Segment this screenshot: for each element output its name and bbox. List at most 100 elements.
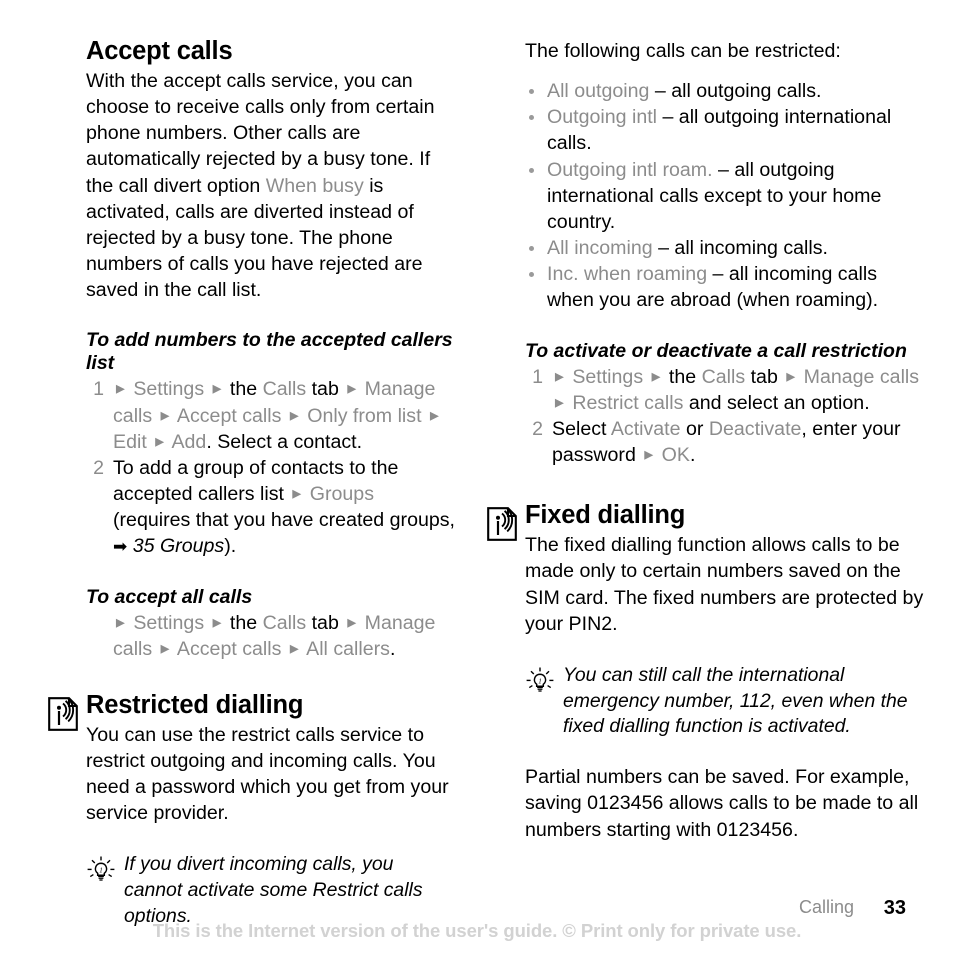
chevron-right-icon: ► xyxy=(152,433,168,451)
menu-tab-calls: Calls xyxy=(701,365,746,388)
menu-item-restrict-calls: Restrict calls xyxy=(572,391,684,414)
step2-text-after: ). xyxy=(224,535,237,558)
restrict-intro-paragraph: The following calls can be restricted: xyxy=(525,40,841,62)
chevron-right-icon: ► xyxy=(648,368,664,386)
menu-item-edit: Edit xyxy=(113,430,147,453)
word-tab: tab xyxy=(311,378,339,401)
menu-tab-calls: Calls xyxy=(262,378,307,401)
chevron-right-icon: ► xyxy=(289,485,305,503)
step2-tail-text: . xyxy=(689,444,696,467)
chevron-right-icon: ► xyxy=(344,614,360,632)
chevron-right-icon: ► xyxy=(157,407,173,425)
word-the: the xyxy=(229,378,258,401)
menu-item-settings: Settings xyxy=(572,365,644,388)
step-number: 1 xyxy=(532,365,543,388)
step1-tail-text: and select an option. xyxy=(683,391,870,414)
chevron-right-icon: ► xyxy=(209,380,225,398)
section-restricted-dialling: Restricted dialling You can use the rest… xyxy=(48,690,455,827)
steps-add-numbers: 1 ► Settings ► the Calls tab ► Manage cal… xyxy=(86,376,455,559)
task-heading-activate-restriction: To activate or deactivate a call restric… xyxy=(525,339,907,362)
page-title-accept-calls: Accept calls xyxy=(86,37,233,65)
chevron-right-icon: ► xyxy=(552,368,567,386)
menu-item-settings: Settings xyxy=(133,611,205,634)
fixed-dialling-body: The fixed dialling function allows calls… xyxy=(525,534,924,635)
tip-note-restrict: 1 If you divert incoming calls, you cann… xyxy=(86,852,455,929)
menu-item-manage-calls: Manage calls xyxy=(803,365,920,388)
menu-item-activate: Activate xyxy=(610,417,681,440)
step-item: ► Settings ► the Calls tab ► Manage call… xyxy=(86,610,455,662)
step-item: 2 To add a group of contacts to the accep… xyxy=(86,455,455,560)
option-name: All incoming xyxy=(547,237,653,260)
step-number: 1 xyxy=(93,378,104,401)
svg-text:1: 1 xyxy=(538,677,542,685)
step1-tail-text: . Select a contact. xyxy=(206,430,363,453)
chevron-right-icon: ► xyxy=(426,407,442,425)
word-tab: tab xyxy=(750,365,778,388)
menu-item-settings: Settings xyxy=(133,378,205,401)
step-item: 2 Select Activate or Deactivate, enter yo… xyxy=(525,416,924,468)
two-column-layout: Accept calls With the accept calls servi… xyxy=(0,0,954,930)
option-name: Inc. when roaming xyxy=(547,263,708,286)
step-item: 1 ► Settings ► the Calls tab ► Manage cal… xyxy=(525,364,924,416)
tip-note-text: If you divert incoming calls, you cannot… xyxy=(124,853,423,928)
steps-accept-all-calls: ► Settings ► the Calls tab ► Manage call… xyxy=(86,610,455,662)
chevron-right-icon: ► xyxy=(113,380,128,398)
menu-tab-calls: Calls xyxy=(262,611,307,634)
step2-text-mid: (requires that you have created groups, xyxy=(113,509,456,532)
word-tab: tab xyxy=(311,611,339,634)
sim-card-icon xyxy=(48,696,78,731)
footer-chapter-label: Calling xyxy=(798,897,854,917)
cross-reference-label: 35 Groups xyxy=(132,535,225,558)
accept-calls-intro-paragraph: With the accept calls service, you can c… xyxy=(86,68,455,303)
menu-item-when-busy: When busy xyxy=(265,174,364,197)
restrict-options-list: All outgoing – all outgoing calls. Outgo… xyxy=(525,78,924,313)
chevron-right-icon: ► xyxy=(641,446,657,464)
step-number: 2 xyxy=(93,456,104,479)
section-heading-restricted-dialling: Restricted dialling xyxy=(86,690,304,719)
chevron-right-icon: ► xyxy=(783,368,799,386)
lightbulb-tip-icon: 1 xyxy=(525,666,555,696)
tip-note-text: You can still call the international eme… xyxy=(563,663,908,738)
menu-item-groups: Groups xyxy=(309,483,374,506)
option-description: – all outgoing calls. xyxy=(649,80,822,103)
step-item: 1 ► Settings ► the Calls tab ► Manage cal… xyxy=(86,376,455,454)
list-item: Outgoing intl roam. – all outgoing inter… xyxy=(525,157,924,235)
list-item: Inc. when roaming – all incoming calls w… xyxy=(525,261,924,313)
svg-text:1: 1 xyxy=(99,867,103,875)
sim-card-icon xyxy=(487,507,517,542)
steps-activate-restriction: 1 ► Settings ► the Calls tab ► Manage cal… xyxy=(525,364,924,469)
word-the: the xyxy=(229,611,258,634)
menu-item-add: Add xyxy=(171,430,207,453)
menu-item-ok: OK xyxy=(661,444,690,467)
right-column: The following calls can be restricted: A… xyxy=(477,0,954,930)
menu-item-all-callers: All callers xyxy=(306,637,390,660)
manual-page: Accept calls With the accept calls servi… xyxy=(0,0,954,954)
menu-item-accept-calls: Accept calls xyxy=(176,404,282,427)
option-name: All outgoing xyxy=(547,80,650,103)
footer-page-number: 33 xyxy=(883,897,906,919)
chevron-right-icon: ► xyxy=(286,640,302,658)
tip-note-fixed-dialling: 1 You can still call the international e… xyxy=(525,663,924,740)
chevron-right-icon: ► xyxy=(157,640,173,658)
list-item: Outgoing intl – all outgoing internation… xyxy=(525,104,924,156)
option-name: Outgoing intl roam. xyxy=(547,158,713,181)
lightbulb-tip-icon: 1 xyxy=(86,855,116,885)
chevron-right-icon: ► xyxy=(286,407,302,425)
menu-item-accept-calls: Accept calls xyxy=(176,637,282,660)
partial-numbers-paragraph: Partial numbers can be saved. For exampl… xyxy=(525,766,919,841)
left-column: Accept calls With the accept calls servi… xyxy=(0,0,477,930)
chevron-right-icon: ► xyxy=(209,614,225,632)
menu-item-deactivate: Deactivate xyxy=(708,417,802,440)
chevron-right-icon: ► xyxy=(552,394,567,412)
footer-copyright-notice: This is the Internet version of the user… xyxy=(152,920,802,941)
menu-item-only-from-list: Only from list xyxy=(307,404,422,427)
